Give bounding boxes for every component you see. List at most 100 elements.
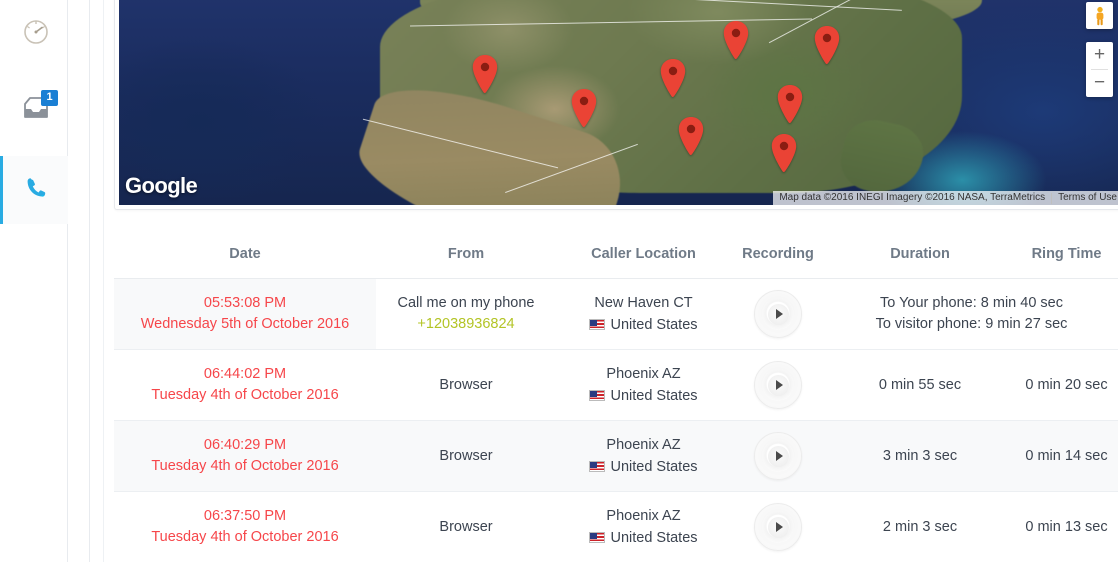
us-flag-icon: [589, 460, 606, 472]
table-row[interactable]: 06:40:29 PM Tuesday 4th of October 2016 …: [114, 420, 1118, 492]
caller-country-label: United States: [610, 316, 698, 333]
play-recording-button[interactable]: [754, 290, 802, 338]
cell-ring-time: 0 min 14 sec: [1015, 420, 1118, 492]
play-icon: [767, 445, 789, 467]
map-marker[interactable]: [571, 89, 597, 127]
zoom-in-button[interactable]: +: [1086, 42, 1113, 69]
play-recording-button[interactable]: [754, 432, 802, 480]
caller-country-label: United States: [610, 529, 698, 546]
call-time: 06:44:02 PM: [203, 366, 287, 382]
cell-caller-location: Phoenix AZ United States: [556, 349, 731, 421]
call-date: Tuesday 4th of October 2016: [151, 529, 339, 545]
from-phone-number: +12038936824: [417, 316, 515, 332]
sidebar-item-calls[interactable]: [0, 156, 68, 224]
play-icon: [767, 303, 789, 325]
cell-recording: [731, 349, 825, 421]
from-label: Browser: [439, 447, 493, 464]
main-content: Google + − Map data ©2016 INEGI Imagery …: [104, 0, 1118, 562]
cell-from: Browser: [376, 420, 556, 492]
cell-ring-time: 0 min 20 sec: [1015, 349, 1118, 421]
zoom-out-button[interactable]: −: [1086, 70, 1113, 97]
map-marker[interactable]: [678, 117, 704, 156]
call-date: Tuesday 4th of October 2016: [151, 387, 339, 403]
map-marker[interactable]: [723, 21, 749, 60]
map-marker-cluster[interactable]: [814, 25, 840, 64]
column-header-caller-location[interactable]: Caller Location: [556, 240, 731, 279]
map-attribution-text: Map data ©2016 INEGI Imagery ©2016 NASA,…: [779, 192, 1046, 203]
sidebar-item-inbox[interactable]: 1: [0, 78, 68, 146]
caller-country: United States: [556, 385, 731, 407]
call-time: 05:53:08 PM: [203, 295, 287, 311]
map-marker[interactable]: [777, 84, 803, 123]
map-marker[interactable]: [660, 58, 686, 97]
calls-table: Date From Caller Location Recording Dura…: [114, 240, 1118, 562]
cell-recording: [731, 491, 825, 562]
map-marker[interactable]: [771, 133, 797, 172]
phone-icon: [22, 174, 50, 207]
terms-of-use-link[interactable]: Terms of Use: [1052, 191, 1118, 205]
cell-recording: [731, 420, 825, 492]
cell-from: Browser: [376, 349, 556, 421]
column-header-date[interactable]: Date: [114, 240, 376, 279]
column-header-duration[interactable]: Duration: [825, 240, 1015, 279]
map-attribution: Map data ©2016 INEGI Imagery ©2016 NASA,…: [773, 191, 1118, 205]
call-time: 06:40:29 PM: [203, 437, 287, 453]
app-root: 1 Google + − Map data ©2016 INEGI Imager…: [0, 0, 1118, 562]
caller-country-label: United States: [610, 458, 698, 475]
caller-country-label: United States: [610, 387, 698, 404]
caller-country: United States: [556, 456, 731, 478]
gauge-icon: [22, 18, 50, 51]
caller-city: Phoenix AZ: [606, 365, 681, 382]
table-header-row: Date From Caller Location Recording Dura…: [114, 240, 1118, 279]
column-header-recording[interactable]: Recording: [731, 240, 825, 279]
cell-from: Browser: [376, 491, 556, 562]
play-recording-button[interactable]: [754, 361, 802, 409]
google-map[interactable]: Google + − Map data ©2016 INEGI Imagery …: [119, 0, 1118, 205]
sidebar-rail-divider: [68, 0, 90, 562]
play-icon: [767, 516, 789, 538]
table-row[interactable]: 05:53:08 PM Wednesday 5th of October 201…: [114, 278, 1118, 350]
from-label: Browser: [439, 518, 493, 535]
table-row[interactable]: 06:37:50 PM Tuesday 4th of October 2016 …: [114, 491, 1118, 562]
map-marker[interactable]: [472, 54, 498, 93]
cell-caller-location: New Haven CT United States: [556, 278, 731, 350]
us-flag-icon: [589, 318, 606, 330]
from-label: Call me on my phone: [397, 295, 535, 311]
from-label: Browser: [439, 376, 493, 393]
cell-duration: 3 min 3 sec: [825, 420, 1015, 492]
caller-city: New Haven CT: [594, 294, 693, 311]
calls-table-section: Date From Caller Location Recording Dura…: [114, 240, 1118, 562]
cell-date: 05:53:08 PM Wednesday 5th of October 201…: [114, 278, 376, 350]
table-row[interactable]: 06:44:02 PM Tuesday 4th of October 2016 …: [114, 349, 1118, 421]
call-date: Wednesday 5th of October 2016: [140, 316, 350, 332]
table-body: 05:53:08 PM Wednesday 5th of October 201…: [114, 278, 1118, 562]
map-panel: Google + − Map data ©2016 INEGI Imagery …: [114, 0, 1118, 210]
play-recording-button[interactable]: [754, 503, 802, 551]
us-flag-icon: [589, 531, 606, 543]
cell-ring-time: 0 min 13 sec: [1015, 491, 1118, 562]
sidebar-item-dashboard[interactable]: [0, 0, 68, 68]
duration-to-your-phone: To Your phone: 8 min 40 sec: [880, 295, 1063, 311]
call-time: 06:37:50 PM: [203, 508, 287, 524]
content-left-gutter: [90, 0, 104, 562]
street-view-pegman-icon[interactable]: [1086, 2, 1113, 29]
play-icon: [767, 374, 789, 396]
sidebar: 1: [0, 0, 68, 562]
duration-to-visitor-phone: To visitor phone: 9 min 27 sec: [875, 316, 1068, 332]
column-header-ring-time[interactable]: Ring Time: [1015, 240, 1118, 279]
cell-from: Call me on my phone +12038936824: [376, 278, 556, 350]
cell-duration: 0 min 55 sec: [825, 349, 1015, 421]
cell-duration: 2 min 3 sec: [825, 491, 1015, 562]
cell-recording: [731, 278, 825, 350]
caller-country: United States: [556, 314, 731, 336]
cell-duration: To Your phone: 8 min 40 sec To visitor p…: [825, 278, 1118, 350]
column-header-from[interactable]: From: [376, 240, 556, 279]
us-flag-icon: [589, 389, 606, 401]
caller-city: Phoenix AZ: [606, 436, 681, 453]
map-zoom-controls[interactable]: + −: [1086, 42, 1113, 97]
call-date: Tuesday 4th of October 2016: [151, 458, 339, 474]
cell-caller-location: Phoenix AZ United States: [556, 491, 731, 562]
cell-date: 06:40:29 PM Tuesday 4th of October 2016: [114, 420, 376, 492]
